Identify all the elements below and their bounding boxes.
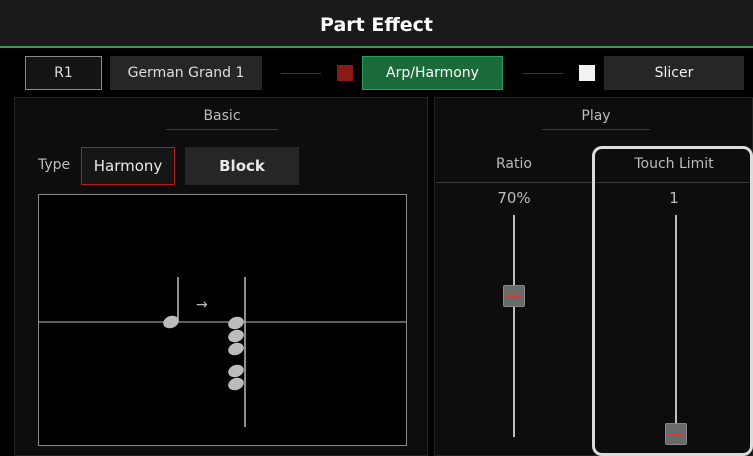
ratio-slider-track[interactable] bbox=[513, 215, 515, 437]
ratio-value: 70% bbox=[497, 189, 531, 207]
touch-limit-slider-track[interactable] bbox=[675, 215, 677, 445]
harmony-style-button[interactable]: Block bbox=[185, 147, 299, 185]
harmony-diagram: → bbox=[39, 277, 406, 427]
divider bbox=[281, 73, 321, 74]
slicer-button[interactable]: Slicer bbox=[604, 56, 744, 90]
chord-stack-icon bbox=[228, 277, 246, 427]
touch-limit-slider-thumb[interactable] bbox=[665, 423, 687, 445]
column-divider bbox=[596, 182, 749, 183]
divider bbox=[523, 73, 563, 74]
ratio-slider-thumb[interactable] bbox=[503, 284, 525, 307]
quarter-note-icon bbox=[163, 277, 179, 329]
arp-indicator bbox=[337, 65, 353, 81]
ratio-label: Ratio bbox=[496, 156, 532, 172]
title-accent-line bbox=[0, 46, 753, 48]
section-divider bbox=[166, 129, 278, 130]
play-section-label: Play bbox=[581, 108, 611, 124]
title-bar: Part Effect bbox=[0, 0, 753, 48]
type-harmony-button[interactable]: Harmony bbox=[81, 147, 175, 185]
touch-limit-value: 1 bbox=[669, 189, 679, 207]
type-label: Type bbox=[38, 157, 71, 173]
slicer-indicator[interactable] bbox=[579, 65, 595, 81]
arp-harmony-button[interactable]: Arp/Harmony bbox=[362, 56, 503, 90]
voice-name-button[interactable]: German Grand 1 bbox=[110, 56, 262, 90]
basic-section-label: Basic bbox=[203, 108, 241, 124]
touch-limit-label: Touch Limit bbox=[634, 156, 714, 172]
arrow-right-icon: → bbox=[196, 297, 208, 313]
column-divider bbox=[436, 182, 592, 183]
harmony-display: → bbox=[38, 194, 407, 446]
part-select-button[interactable]: R1 bbox=[25, 56, 102, 90]
page-title: Part Effect bbox=[320, 14, 433, 36]
section-divider bbox=[542, 129, 650, 130]
